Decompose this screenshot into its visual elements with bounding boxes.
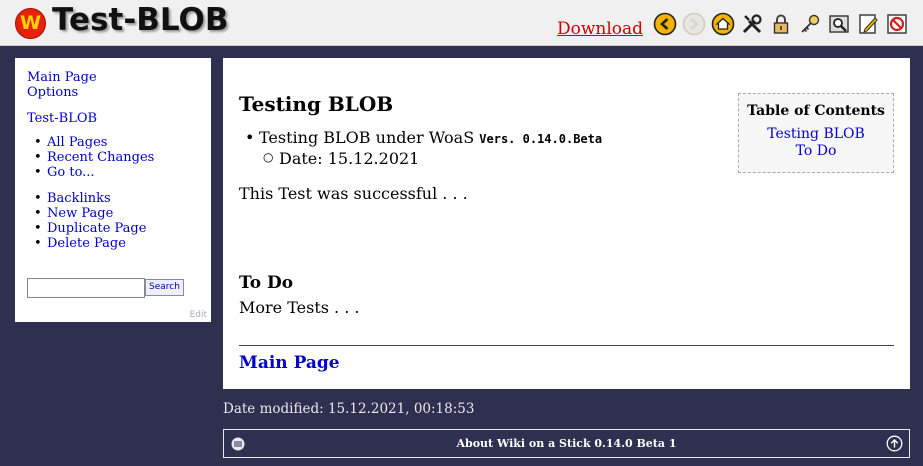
search-input[interactable] — [27, 278, 145, 298]
lock-button[interactable] — [769, 12, 793, 36]
search-page-icon — [829, 15, 849, 33]
about-link[interactable]: About Wiki on a Stick 0.14.0 Beta 1 — [224, 430, 909, 458]
back-icon — [653, 12, 677, 36]
home-button[interactable] — [711, 12, 735, 36]
sidebar-link-main-page[interactable]: Main Page — [27, 70, 97, 85]
main-content: Testing BLOB Testing BLOB under WoaS Ver… — [223, 58, 910, 389]
sidebar-link-go-to[interactable]: Go to... — [47, 165, 154, 180]
tools-icon — [742, 14, 762, 34]
sub-list-item: Date: 15.12.2021 — [263, 149, 419, 168]
toc-link-to-do[interactable]: To Do — [739, 143, 893, 160]
list-item: New Page — [34, 206, 146, 222]
list-item: Duplicate Page — [34, 221, 147, 237]
no-icon — [887, 14, 907, 34]
sidebar-link-recent-changes[interactable]: Recent Changes — [47, 150, 154, 165]
wiki-menu-icon[interactable] — [230, 436, 246, 452]
table-of-contents: Table of Contents Testing BLOB To Do — [738, 93, 894, 173]
list-item: Backlinks — [34, 191, 146, 207]
edit-button[interactable] — [856, 12, 880, 36]
search-page-button[interactable] — [827, 12, 851, 36]
edit-icon — [859, 14, 878, 34]
toc-title: Table of Contents — [747, 103, 885, 119]
list-item: Testing BLOB under WoaS Vers. 0.14.0.Bet… — [245, 128, 603, 147]
list-item: Delete Page — [34, 236, 146, 252]
sidebar-list-actions: Backlinks New Page Duplicate Page Delete… — [34, 191, 147, 252]
sidebar-wiki-title: Test-BLOB — [27, 111, 97, 126]
sidebar-link-delete-page[interactable]: Delete Page — [47, 236, 146, 251]
download-link[interactable]: Download — [557, 19, 643, 39]
sidebar-link-duplicate-page[interactable]: Duplicate Page — [47, 221, 146, 236]
main-page-link[interactable]: Main Page — [239, 353, 340, 373]
key-button[interactable] — [798, 12, 822, 36]
tools-button[interactable] — [740, 12, 764, 36]
scroll-to-top-icon[interactable] — [886, 435, 903, 452]
bullet-text: Testing BLOB under WoaS — [259, 128, 475, 147]
page-title: Testing BLOB — [239, 92, 394, 116]
divider — [239, 345, 894, 346]
header-bar: W Test-BLOB Download — [0, 0, 923, 46]
sidebar-link-options[interactable]: Options — [27, 85, 97, 100]
sidebar-list-pages: All Pages Recent Changes Go to... — [34, 135, 154, 181]
date-modified: Date modified: 15.12.2021, 00:18:53 — [223, 401, 475, 417]
site-title: Test-BLOB — [52, 2, 229, 38]
forward-icon — [682, 12, 706, 36]
list-item: Recent Changes — [34, 150, 154, 166]
sidebar-edit-link[interactable]: Edit — [190, 310, 207, 320]
section-heading-todo: To Do — [239, 273, 294, 293]
sidebar-link-all-pages[interactable]: All Pages — [47, 135, 154, 150]
sidebar-link-backlinks[interactable]: Backlinks — [47, 191, 146, 206]
list-item: All Pages — [34, 135, 154, 151]
wiki-logo[interactable]: W — [15, 8, 46, 39]
version-code: Vers. 0.14.0.Beta — [479, 132, 603, 146]
paragraph-todo: More Tests . . . — [239, 298, 360, 317]
forward-button — [682, 12, 706, 36]
back-button[interactable] — [653, 12, 677, 36]
sidebar: Main Page Options Test-BLOB All Pages Re… — [15, 58, 211, 322]
toc-link-testing-blob[interactable]: Testing BLOB — [739, 126, 893, 143]
home-icon — [711, 12, 735, 36]
sidebar-link-wiki[interactable]: Test-BLOB — [27, 111, 97, 126]
lock-icon — [773, 14, 789, 34]
key-icon — [801, 14, 820, 33]
paragraph: This Test was successful . . . — [239, 184, 468, 203]
sidebar-nav-top: Main Page Options — [27, 70, 97, 100]
list-item: Go to... — [34, 165, 154, 181]
about-bar: About Wiki on a Stick 0.14.0 Beta 1 — [223, 429, 910, 458]
logo-letter: W — [20, 12, 41, 34]
cancel-button[interactable] — [885, 12, 909, 36]
sidebar-link-new-page[interactable]: New Page — [47, 206, 146, 221]
search-button[interactable]: Search — [145, 279, 184, 296]
